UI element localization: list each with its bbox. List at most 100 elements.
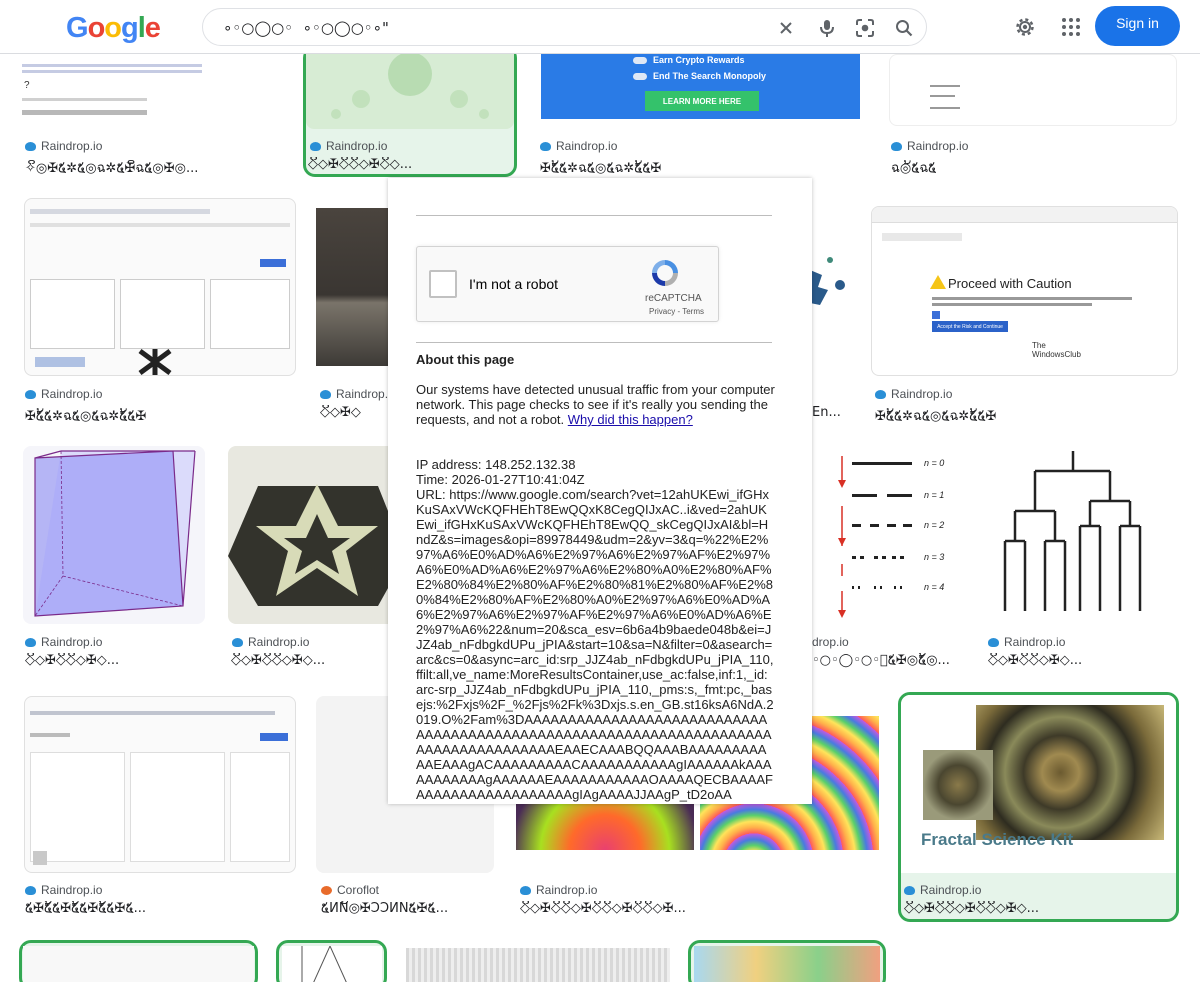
image-title[interactable]: ◇ິ◇✠◇ິ◇ິ◇✠◇...: [231, 653, 388, 668]
warning-title: Proceed with Caution: [948, 276, 1072, 291]
image-thumbnail[interactable]: n = 0 n = 1 n = 2 n = 3 n = 4: [812, 446, 962, 624]
source-label[interactable]: Raindrop.io: [25, 635, 102, 649]
learn-more-button: LEARN MORE HERE: [645, 91, 759, 111]
google-logo[interactable]: Google: [66, 12, 161, 45]
source-label[interactable]: Raindrop.io: [310, 139, 387, 153]
clear-icon[interactable]: [776, 18, 796, 38]
source-label[interactable]: Raindrop.io: [988, 635, 1065, 649]
recaptcha-logo-icon: [649, 257, 679, 287]
raindrop-icon: [25, 389, 36, 399]
image-title[interactable]: ◇ິ◇✠◇ິ◇ິ◇✠◇ິ◇ິ◇✠◇ິ◇ິ◇✠...: [520, 901, 870, 916]
image-thumbnail[interactable]: Fractal Science Kit: [901, 695, 1176, 873]
settings-icon[interactable]: [1013, 15, 1037, 39]
terms-link[interactable]: Terms: [682, 307, 704, 316]
raindrop-icon: [875, 389, 886, 399]
request-url: URL: https://www.google.com/search?vet=1…: [416, 487, 774, 802]
n-label: n = 2: [924, 520, 945, 530]
raindrop-icon: [320, 389, 331, 399]
search-icon[interactable]: [894, 18, 914, 38]
image-title[interactable]: ◇ິ◇✠◇ິ◇ິ◇✠◇ິ◇...: [308, 157, 508, 172]
image-title[interactable]: ✠໕້໕✲ฉ໕◎໕ฉ✲໕້໕✠: [25, 405, 280, 426]
image-title[interactable]: ◇ິ◇✠◇: [320, 405, 388, 420]
about-heading: About this page: [416, 352, 515, 367]
n-label: n = 4: [924, 582, 945, 592]
source-label[interactable]: Raindrop.io: [540, 139, 617, 153]
image-thumbnail[interactable]: [985, 446, 1162, 624]
apps-icon[interactable]: [1059, 15, 1083, 39]
not-a-robot-label: I'm not a robot: [469, 276, 559, 292]
image-title[interactable]: ◇ິ◇✠◇ິ◇ິ◇✠◇...: [25, 653, 195, 668]
sign-in-button[interactable]: Sign in: [1095, 6, 1180, 46]
coroflot-icon: [321, 885, 332, 895]
ad-line-text: End The Search Monopoly: [653, 71, 767, 81]
search-input[interactable]: [223, 17, 763, 39]
watermark-text: The WindowsClub: [1032, 341, 1081, 359]
timestamp: Time: 2026-01-27T10:41:04Z: [416, 472, 585, 487]
image-title[interactable]: ◇ິ◇✠◇ິ◇ິ◇✠◇ິ◇ິ◇✠◇...: [904, 901, 1170, 916]
raindrop-icon: [540, 141, 551, 151]
image-title[interactable]: ◇ິ◇✠◇ິ◇ິ◇✠◇...: [988, 653, 1170, 668]
raindrop-icon: [25, 637, 36, 647]
image-thumbnail[interactable]: Earn Crypto Rewards End The Search Monop…: [541, 54, 860, 119]
accept-risk-button: Accept the Risk and Continue: [932, 321, 1008, 332]
raindrop-icon: [891, 141, 902, 151]
image-title[interactable]: ◦○◦◯◦○◦้໕✠◎໕້◎...: [812, 653, 958, 668]
recaptcha-widget: I'm not a robot reCAPTCHA Privacy - Term…: [416, 246, 719, 322]
header-bar: Google Sign in: [0, 0, 1200, 54]
raindrop-icon: [25, 141, 36, 151]
source-label[interactable]: Raindrop.io: [25, 387, 102, 401]
raindrop-icon: [904, 885, 915, 895]
image-thumbnail[interactable]: ?: [22, 54, 287, 124]
raindrop-icon: [25, 885, 36, 895]
recaptcha-brand: reCAPTCHA: [645, 293, 702, 304]
why-link[interactable]: Why did this happen?: [568, 412, 693, 427]
ad-line-text: Earn Crypto Rewards: [653, 55, 745, 65]
image-title[interactable]: ໕✠໕້໕✠໕້໕✠໕້໕✠໕...: [25, 901, 280, 916]
image-thumbnail[interactable]: [24, 198, 296, 376]
source-label[interactable]: Coroflot: [321, 883, 379, 897]
captcha-dialog: I'm not a robot reCAPTCHA Privacy - Term…: [388, 178, 812, 804]
privacy-link[interactable]: Privacy: [649, 307, 675, 316]
mic-icon[interactable]: [817, 18, 837, 38]
image-thumbnail[interactable]: [810, 215, 850, 355]
about-body: Our systems have detected unusual traffi…: [416, 382, 776, 427]
image-thumbnail[interactable]: [889, 54, 1177, 126]
image-title[interactable]: ✧ິ◎✠໕✲໕◎ฉ✲໕✠ິฉ໕◎✠◎...: [25, 157, 280, 178]
image-title[interactable]: ໕ИN້◎✠ƆƆИN໕✠໕...: [321, 901, 493, 916]
source-label[interactable]: Raindrop.io: [25, 139, 102, 153]
image-title[interactable]: En...: [812, 405, 852, 420]
source-label[interactable]: Raindrop.io: [232, 635, 309, 649]
source-label[interactable]: Raindrop.io: [891, 139, 968, 153]
image-thumbnail[interactable]: [228, 446, 406, 624]
image-title[interactable]: ✠໕້໕✲ฉ໕◎໕ฉ✲໕້໕✠: [875, 405, 1175, 426]
source-label[interactable]: Raindrop.io: [520, 883, 597, 897]
ip-address: IP address: 148.252.132.38: [416, 457, 576, 472]
fractal-science-kit-title: Fractal Science Kit: [921, 830, 1074, 849]
image-thumbnail[interactable]: [23, 946, 254, 982]
search-box: [202, 8, 927, 46]
image-thumbnail[interactable]: [282, 946, 382, 982]
source-label[interactable]: Raindrop.io: [25, 883, 102, 897]
source-label[interactable]: drop.io: [812, 635, 849, 649]
raindrop-icon: [232, 637, 243, 647]
image-title[interactable]: ✠໕້໕✲ฉ໕◎໕ฉ✲໕້໕✠: [540, 157, 840, 178]
n-label: n = 3: [924, 552, 945, 562]
image-title[interactable]: ฉ◎້໕ฉ໕: [891, 157, 1171, 178]
raindrop-icon: [988, 637, 999, 647]
not-a-robot-checkbox[interactable]: [429, 270, 457, 298]
recaptcha-links: Privacy - Terms: [649, 307, 704, 316]
image-thumbnail[interactable]: [406, 948, 670, 982]
warning-icon: [930, 275, 946, 289]
image-thumbnail[interactable]: Proceed with Caution Accept the Risk and…: [871, 206, 1178, 376]
image-thumbnail[interactable]: [694, 946, 880, 982]
raindrop-icon: [310, 141, 321, 151]
source-label[interactable]: Raindrop.io: [320, 387, 397, 401]
lens-icon[interactable]: [855, 18, 875, 38]
n-label: n = 0: [924, 458, 945, 468]
n-label: n = 1: [924, 490, 945, 500]
image-thumbnail[interactable]: [24, 696, 296, 873]
source-label[interactable]: Raindrop.io: [875, 387, 952, 401]
image-thumbnail[interactable]: [306, 54, 514, 129]
image-thumbnail[interactable]: [23, 446, 205, 624]
source-label[interactable]: Raindrop.io: [904, 883, 981, 897]
